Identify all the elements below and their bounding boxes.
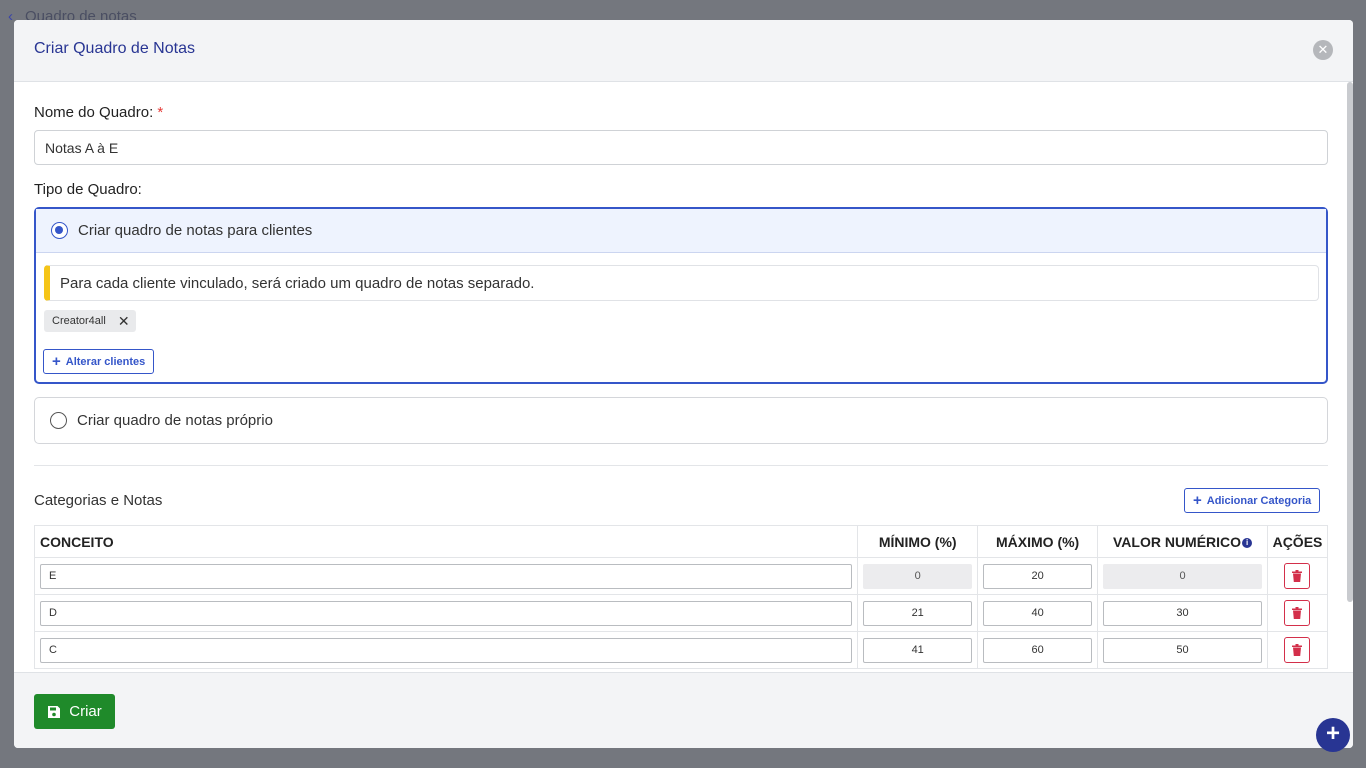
min-input[interactable]: 21: [863, 600, 973, 626]
max-input[interactable]: 20: [983, 563, 1093, 589]
delete-button[interactable]: [1284, 637, 1311, 663]
trash-icon: [1292, 570, 1303, 582]
table-row: C 41 60 50: [33, 631, 1329, 669]
header-min: MÍNIMO (%): [857, 525, 979, 558]
concept-input[interactable]: C: [40, 637, 853, 663]
option-own-card[interactable]: Criar quadro de notas próprio: [34, 397, 1328, 444]
concept-input[interactable]: E: [40, 563, 853, 589]
delete-button[interactable]: [1284, 563, 1311, 589]
client-chip-label: Creator4all: [52, 315, 106, 327]
grades-table: CONCEITO MÍNIMO (%) MÁXIMO (%) VALOR NUM…: [33, 525, 1329, 669]
table-row: D 21 40 30: [33, 594, 1329, 632]
header-concept: CONCEITO: [33, 525, 859, 558]
create-button-label: Criar: [69, 703, 102, 720]
concept-input[interactable]: D: [40, 600, 853, 626]
create-board-modal: Criar Quadro de Notas ✕ Nome do Quadro: …: [14, 20, 1353, 748]
header-max: MÁXIMO (%): [977, 525, 1099, 558]
board-name-label: Nome do Quadro: *: [34, 104, 164, 121]
min-input[interactable]: 41: [863, 637, 973, 663]
option-clients-label: Criar quadro de notas para clientes: [78, 222, 313, 239]
board-name-input[interactable]: Notas A à E: [34, 130, 1328, 165]
floating-add-button[interactable]: +: [1316, 718, 1350, 752]
modal-footer: Criar: [14, 672, 1353, 748]
radio-unchecked-icon[interactable]: [50, 412, 67, 429]
remove-chip-icon[interactable]: ✕: [118, 313, 130, 330]
close-icon[interactable]: ✕: [1313, 40, 1333, 60]
scrollbar[interactable]: [1347, 82, 1353, 602]
plus-icon: +: [52, 353, 61, 370]
plus-icon: +: [1193, 492, 1202, 509]
divider: [34, 465, 1328, 466]
radio-checked-icon[interactable]: [51, 222, 68, 239]
max-input[interactable]: 40: [983, 600, 1093, 626]
option-clients-card: Criar quadro de notas para clientes Para…: [34, 207, 1328, 384]
numeric-input[interactable]: 30: [1103, 600, 1262, 626]
add-category-button[interactable]: + Adicionar Categoria: [1184, 488, 1321, 513]
change-clients-button[interactable]: + Alterar clientes: [43, 349, 155, 374]
option-own-label: Criar quadro de notas próprio: [77, 412, 273, 429]
required-marker: *: [157, 104, 164, 121]
header-numeric: VALOR NUMÉRICO i: [1097, 525, 1268, 558]
info-alert: Para cada cliente vinculado, será criado…: [44, 265, 1319, 301]
trash-icon: [1292, 644, 1303, 656]
create-button[interactable]: Criar: [34, 694, 115, 729]
save-icon: [48, 705, 61, 718]
option-clients-radio[interactable]: Criar quadro de notas para clientes: [36, 209, 1326, 253]
client-chip: Creator4all ✕: [44, 310, 136, 332]
header-actions: AÇÕES: [1266, 525, 1329, 558]
back-arrow-icon: ‹: [8, 8, 13, 25]
modal-title: Criar Quadro de Notas: [34, 40, 195, 57]
numeric-input[interactable]: 50: [1103, 637, 1262, 663]
modal-body: Nome do Quadro: * Notas A à E Tipo de Qu…: [14, 82, 1353, 672]
table-row: E 0 20 0: [33, 557, 1329, 595]
categories-title: Categorias e Notas: [34, 492, 163, 509]
max-input[interactable]: 60: [983, 637, 1093, 663]
trash-icon: [1292, 607, 1303, 619]
info-icon[interactable]: i: [1242, 537, 1253, 548]
board-type-label: Tipo de Quadro:: [34, 181, 142, 198]
modal-header: Criar Quadro de Notas ✕: [14, 20, 1353, 82]
min-input: 0: [863, 563, 973, 589]
numeric-input: 0: [1103, 563, 1262, 589]
delete-button[interactable]: [1284, 600, 1311, 626]
